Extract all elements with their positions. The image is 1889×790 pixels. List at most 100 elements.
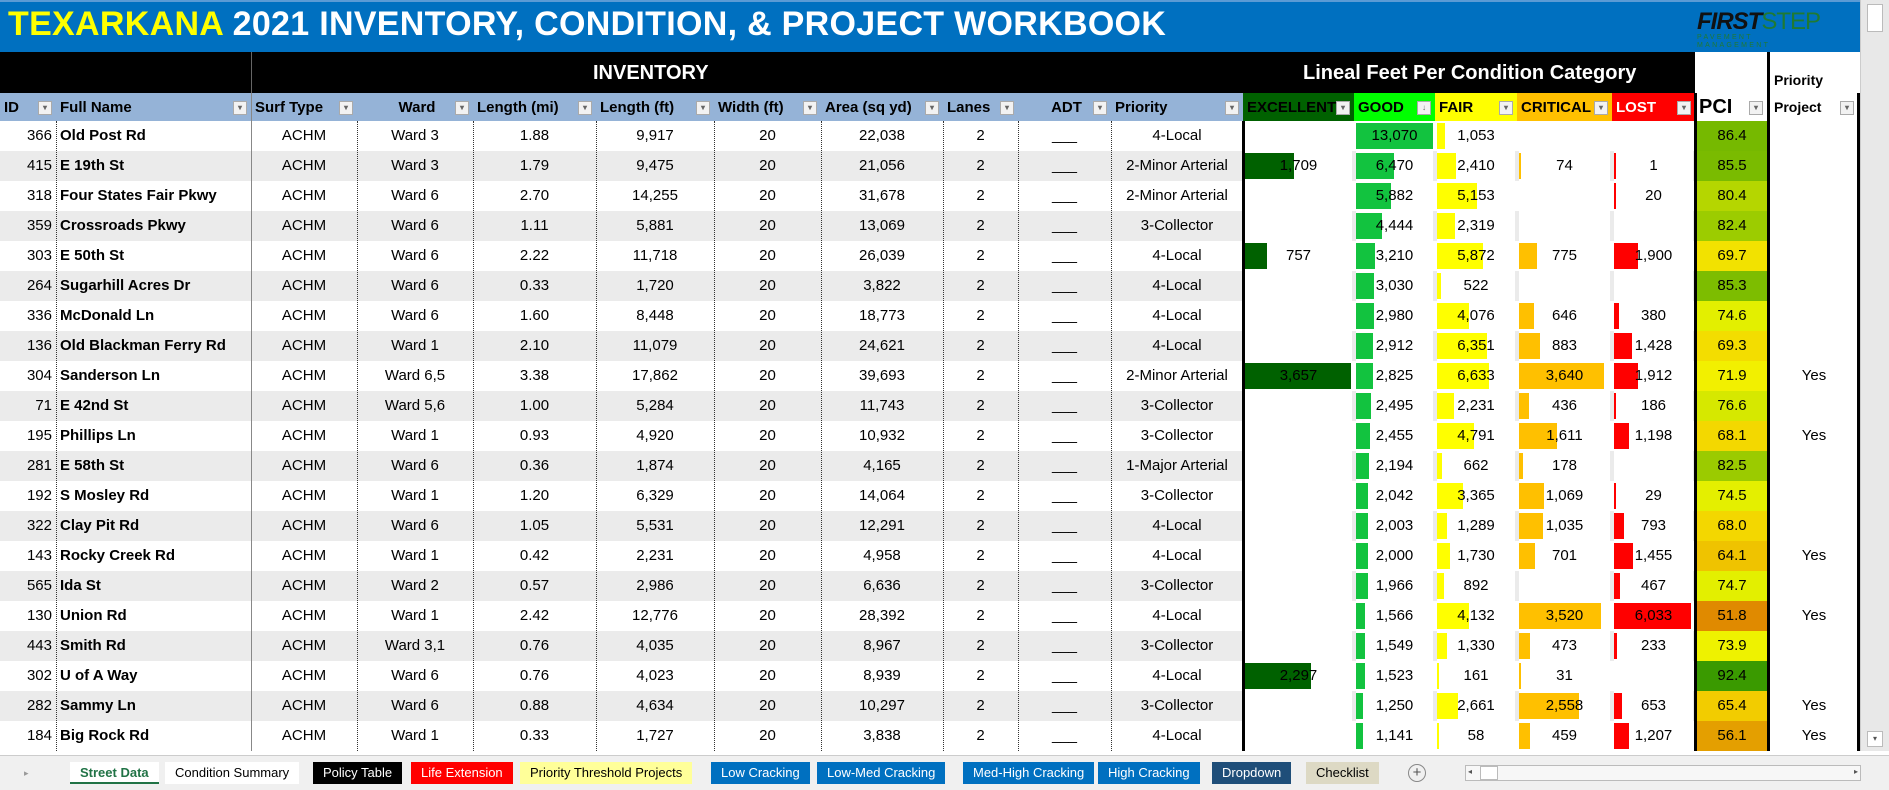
- name-cell[interactable]: Old Blackman Ferry Rd: [56, 331, 251, 361]
- len-mi-cell[interactable]: 0.42: [473, 541, 596, 571]
- name-cell[interactable]: Sammy Ln: [56, 691, 251, 721]
- width-cell[interactable]: 20: [714, 541, 821, 571]
- len-mi-cell[interactable]: 1.00: [473, 391, 596, 421]
- table-row[interactable]: 336 McDonald Ln ACHM Ward 6 1.60 8,448 20 18,77…: [0, 301, 1860, 331]
- good-cell[interactable]: 1,966: [1356, 571, 1433, 601]
- table-row[interactable]: 322 Clay Pit Rd ACHM Ward 6 1.05 5,531 20 12,29…: [0, 511, 1860, 541]
- ward-cell[interactable]: Ward 6: [357, 661, 473, 691]
- good-cell[interactable]: 13,070: [1356, 121, 1433, 151]
- filter-dropdown-icon[interactable]: ▾: [1000, 101, 1014, 115]
- lost-cell[interactable]: 1,912: [1614, 361, 1693, 391]
- pci-cell[interactable]: 85.5: [1697, 151, 1767, 181]
- len-ft-cell[interactable]: 9,475: [596, 151, 714, 181]
- critical-cell[interactable]: 459: [1519, 721, 1610, 751]
- len-mi-cell[interactable]: 1.20: [473, 481, 596, 511]
- table-row[interactable]: 136 Old Blackman Ferry Rd ACHM Ward 1 2.10 11…: [0, 331, 1860, 361]
- width-cell[interactable]: 20: [714, 391, 821, 421]
- critical-cell[interactable]: 31: [1519, 661, 1610, 691]
- fair-cell[interactable]: 6,633: [1437, 361, 1515, 391]
- lanes-cell[interactable]: 2: [943, 331, 1018, 361]
- name-cell[interactable]: Sanderson Ln: [56, 361, 251, 391]
- width-cell[interactable]: 20: [714, 631, 821, 661]
- id-cell[interactable]: 415: [0, 151, 56, 181]
- adt-cell[interactable]: ___: [1018, 211, 1111, 241]
- lanes-cell[interactable]: 2: [943, 661, 1018, 691]
- critical-cell[interactable]: [1519, 211, 1610, 241]
- width-cell[interactable]: 20: [714, 601, 821, 631]
- critical-cell[interactable]: 2,558: [1519, 691, 1610, 721]
- surf-cell[interactable]: ACHM: [251, 121, 357, 151]
- fair-cell[interactable]: 1,053: [1437, 121, 1515, 151]
- pci-cell[interactable]: 73.9: [1697, 631, 1767, 661]
- priority-project-cell[interactable]: [1770, 271, 1858, 301]
- adt-cell[interactable]: ___: [1018, 451, 1111, 481]
- good-cell[interactable]: 2,000: [1356, 541, 1433, 571]
- excellent-cell[interactable]: [1245, 721, 1352, 751]
- lost-cell[interactable]: 1,207: [1614, 721, 1693, 751]
- priority-cell[interactable]: 4-Local: [1111, 271, 1243, 301]
- table-row[interactable]: 302 U of A Way ACHM Ward 6 0.76 4,023 20 8,939 2…: [0, 661, 1860, 691]
- adt-cell[interactable]: ___: [1018, 511, 1111, 541]
- lost-cell[interactable]: 29: [1614, 481, 1693, 511]
- good-cell[interactable]: 4,444: [1356, 211, 1433, 241]
- excellent-cell[interactable]: [1245, 331, 1352, 361]
- surf-cell[interactable]: ACHM: [251, 361, 357, 391]
- lanes-cell[interactable]: 2: [943, 181, 1018, 211]
- filter-dropdown-icon[interactable]: ▾: [233, 101, 247, 115]
- excellent-cell[interactable]: [1245, 451, 1352, 481]
- width-cell[interactable]: 20: [714, 151, 821, 181]
- width-cell[interactable]: 20: [714, 331, 821, 361]
- width-cell[interactable]: 20: [714, 421, 821, 451]
- width-cell[interactable]: 20: [714, 511, 821, 541]
- adt-cell[interactable]: ___: [1018, 541, 1111, 571]
- pci-cell[interactable]: 86.4: [1697, 121, 1767, 151]
- area-cell[interactable]: 21,056: [821, 151, 943, 181]
- sheet-tab-policy-table[interactable]: Policy Table: [313, 762, 403, 784]
- filter-dropdown-icon[interactable]: ▾: [1225, 101, 1239, 115]
- area-cell[interactable]: 31,678: [821, 181, 943, 211]
- pci-cell[interactable]: 64.1: [1697, 541, 1767, 571]
- area-cell[interactable]: 11,743: [821, 391, 943, 421]
- fair-cell[interactable]: 662: [1437, 451, 1515, 481]
- priority-cell[interactable]: 3-Collector: [1111, 481, 1243, 511]
- pci-cell[interactable]: 92.4: [1697, 661, 1767, 691]
- lanes-cell[interactable]: 2: [943, 271, 1018, 301]
- lost-cell[interactable]: [1614, 661, 1693, 691]
- len-ft-cell[interactable]: 14,255: [596, 181, 714, 211]
- ward-cell[interactable]: Ward 6: [357, 511, 473, 541]
- filter-dropdown-icon[interactable]: ▾: [339, 101, 353, 115]
- table-row[interactable]: 415 E 19th St ACHM Ward 3 1.79 9,475 20 21,056 2…: [0, 151, 1860, 181]
- name-cell[interactable]: E 50th St: [56, 241, 251, 271]
- fair-cell[interactable]: 1,330: [1437, 631, 1515, 661]
- fair-cell[interactable]: 5,872: [1437, 241, 1515, 271]
- ward-cell[interactable]: Ward 6: [357, 451, 473, 481]
- table-row[interactable]: 303 E 50th St ACHM Ward 6 2.22 11,718 20 26,039…: [0, 241, 1860, 271]
- priority-project-cell[interactable]: Yes: [1770, 421, 1858, 451]
- table-row[interactable]: 282 Sammy Ln ACHM Ward 6 0.88 4,634 20 10,297 2 _…: [0, 691, 1860, 721]
- len-mi-cell[interactable]: 0.93: [473, 421, 596, 451]
- critical-cell[interactable]: 1,069: [1519, 481, 1610, 511]
- priority-project-cell[interactable]: [1770, 451, 1858, 481]
- table-row[interactable]: 130 Union Rd ACHM Ward 1 2.42 12,776 20 28,392 2…: [0, 601, 1860, 631]
- ward-cell[interactable]: Ward 6: [357, 181, 473, 211]
- fair-cell[interactable]: 4,076: [1437, 301, 1515, 331]
- area-cell[interactable]: 10,932: [821, 421, 943, 451]
- area-cell[interactable]: 8,967: [821, 631, 943, 661]
- priority-project-cell[interactable]: Yes: [1770, 691, 1858, 721]
- adt-cell[interactable]: ___: [1018, 271, 1111, 301]
- filter-dropdown-icon[interactable]: ▾: [1677, 101, 1691, 115]
- len-ft-cell[interactable]: 11,079: [596, 331, 714, 361]
- area-cell[interactable]: 10,297: [821, 691, 943, 721]
- excellent-cell[interactable]: 1,709: [1245, 151, 1352, 181]
- priority-cell[interactable]: 4-Local: [1111, 511, 1243, 541]
- good-cell[interactable]: 2,455: [1356, 421, 1433, 451]
- lost-cell[interactable]: [1614, 211, 1693, 241]
- lanes-cell[interactable]: 2: [943, 631, 1018, 661]
- priority-project-cell[interactable]: [1770, 571, 1858, 601]
- width-cell[interactable]: 20: [714, 181, 821, 211]
- id-cell[interactable]: 143: [0, 541, 56, 571]
- len-mi-cell[interactable]: 1.05: [473, 511, 596, 541]
- len-mi-cell[interactable]: 3.38: [473, 361, 596, 391]
- table-row[interactable]: 304 Sanderson Ln ACHM Ward 6,5 3.38 17,862 20 3…: [0, 361, 1860, 391]
- priority-cell[interactable]: 3-Collector: [1111, 691, 1243, 721]
